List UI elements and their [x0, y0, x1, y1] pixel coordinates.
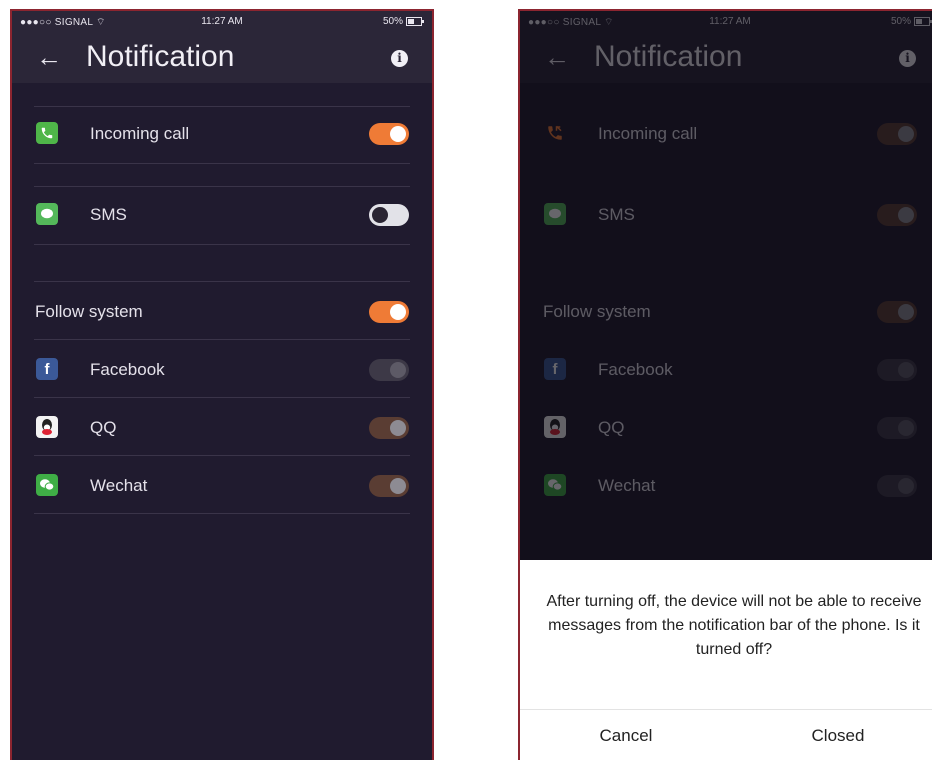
- divider: [34, 513, 410, 514]
- battery-icon: [406, 16, 424, 26]
- follow-system-toggle[interactable]: [369, 301, 409, 323]
- page-title: Notification: [86, 40, 235, 73]
- setting-row-wechat: Wechat: [12, 467, 432, 503]
- back-arrow-icon[interactable]: ←: [36, 42, 62, 73]
- phone-icon: [36, 122, 58, 144]
- confirm-dialog: After turning off, the device will not b…: [520, 560, 932, 760]
- info-icon[interactable]: i: [391, 50, 408, 67]
- setting-row-sms: SMS: [12, 196, 432, 232]
- divider: [34, 455, 410, 456]
- setting-label: Follow system: [35, 302, 143, 321]
- setting-label: SMS: [90, 205, 127, 224]
- closed-button[interactable]: Closed: [732, 710, 932, 760]
- setting-row-incoming-call: Incoming call: [12, 115, 432, 151]
- sms-toggle[interactable]: [369, 204, 409, 226]
- dialog-message: After turning off, the device will not b…: [546, 593, 922, 658]
- phone-screen-settings: ●●●○○ SIGNAL ⌔ 11:27 AM 50% ← Notificati…: [10, 9, 434, 760]
- divider: [34, 244, 410, 245]
- message-icon: [36, 203, 58, 225]
- wechat-toggle[interactable]: [369, 475, 409, 497]
- divider: [34, 186, 410, 187]
- setting-row-facebook: f Facebook: [12, 351, 432, 387]
- phone-screen-confirm-dialog: ●●●○○ SIGNAL ⌔ 11:27 AM 50% ← Notificati…: [518, 9, 932, 760]
- cancel-button[interactable]: Cancel: [520, 710, 732, 760]
- battery-percent: 50%: [382, 16, 403, 27]
- facebook-icon: f: [36, 358, 58, 380]
- wechat-icon: [36, 474, 58, 496]
- setting-label: QQ: [90, 418, 117, 437]
- divider: [34, 339, 410, 340]
- navigation-bar: ← Notification i: [12, 33, 432, 83]
- facebook-toggle[interactable]: [369, 359, 409, 381]
- divider: [34, 106, 410, 107]
- divider: [34, 281, 410, 282]
- status-time: 11:27 AM: [201, 16, 243, 27]
- divider: [34, 397, 410, 398]
- setting-label: Facebook: [90, 360, 165, 379]
- incoming-call-toggle[interactable]: [369, 123, 409, 145]
- battery-indicator: 50%: [382, 16, 424, 27]
- setting-label: Incoming call: [90, 124, 190, 143]
- divider: [34, 163, 410, 164]
- qq-icon: [36, 416, 58, 438]
- status-bar: ●●●○○ SIGNAL ⌔ 11:27 AM 50%: [12, 11, 432, 33]
- setting-row-follow-system: Follow system: [12, 293, 432, 329]
- setting-label: Wechat: [90, 476, 148, 495]
- qq-toggle[interactable]: [369, 417, 409, 439]
- setting-row-qq: QQ: [12, 409, 432, 445]
